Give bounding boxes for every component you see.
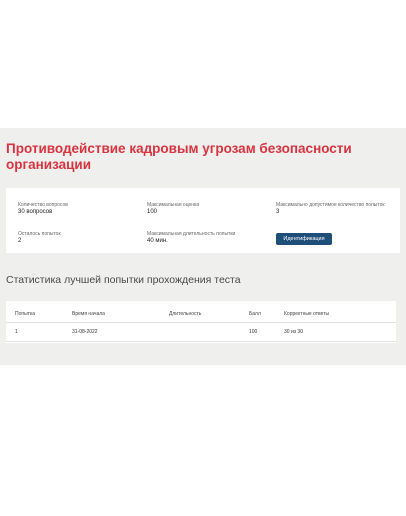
cell-score: 100 <box>249 322 284 342</box>
column-header-correct-answers: Корректные ответы <box>284 301 396 323</box>
column-header-start-time: Время начала <box>72 301 169 323</box>
max-score-label: Максимальная оценка <box>147 202 200 208</box>
attempts-left-label: Осталось попыток <box>18 231 61 237</box>
max-attempts-value: 3 <box>276 209 280 215</box>
questions-count: Количество вопросов 30 вопросов <box>18 202 128 216</box>
test-info-card: Количество вопросов 30 вопросов Максимал… <box>6 188 400 253</box>
column-header-duration: Длительность <box>169 301 249 323</box>
max-score-value: 100 <box>147 209 158 215</box>
stats-section-title: Статистика лучшей попытки прохождения те… <box>6 274 241 286</box>
questions-count-label: Количество вопросов <box>18 202 68 208</box>
page-title: Противодействие кадровым угрозам безопас… <box>6 141 352 172</box>
table-row: 1 31-08-2022 100 30 из 30 <box>6 322 396 342</box>
cell-start-time: 31-08-2022 <box>72 322 169 342</box>
cell-correct-answers: 30 из 30 <box>284 322 396 342</box>
max-attempts-label: Максимально допустимое количество попыто… <box>276 202 385 208</box>
questions-count-value: 30 вопросов <box>18 209 53 215</box>
stats-card: Попытка Время начала Длительность Балл К… <box>6 301 396 343</box>
test-info-panel: Противодействие кадровым угрозам безопас… <box>0 128 406 365</box>
attempts-left: Осталось попыток 2 <box>18 231 128 245</box>
column-header-attempt: Попытка <box>6 301 72 323</box>
identification-button[interactable]: Идентификация <box>276 233 332 245</box>
cell-duration <box>169 322 249 342</box>
stats-header-row: Попытка Время начала Длительность Балл К… <box>6 301 396 323</box>
column-header-score: Балл <box>249 301 284 323</box>
max-duration: Максимальная длительность попытки 40 мин… <box>147 231 262 245</box>
attempts-left-value: 2 <box>18 238 22 244</box>
max-duration-value: 40 мин. <box>147 238 168 244</box>
cell-attempt: 1 <box>6 322 72 342</box>
max-duration-label: Максимальная длительность попытки <box>147 231 236 237</box>
max-attempts: Максимально допустимое количество попыто… <box>276 202 386 216</box>
max-score: Максимальная оценка 100 <box>147 202 257 216</box>
stats-table: Попытка Время начала Длительность Балл К… <box>6 301 396 342</box>
